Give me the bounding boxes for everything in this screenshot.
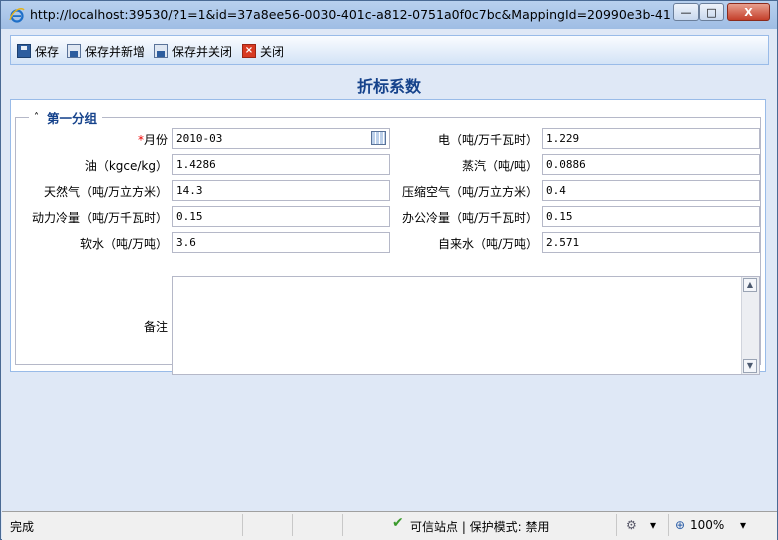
- toolbar: 保存 保存并新增 保存并关闭 × 关闭: [10, 35, 769, 65]
- page-title: 折标系数: [356, 77, 421, 96]
- save-new-icon: [67, 44, 81, 58]
- privacy-dropdown-icon[interactable]: ▾: [650, 518, 656, 532]
- group-fieldset: *月份 2010-03 电（吨/万千瓦时） 1.229 油（kgce/kg） 1…: [15, 117, 761, 375]
- tap-water-label: 自来水（吨/万吨）: [437, 237, 538, 251]
- save-icon: [17, 44, 31, 58]
- title-bar: http://localhost:39530/?1=1&id=37a8ee56-…: [1, 1, 777, 29]
- compressed-air-field[interactable]: 0.4: [542, 180, 760, 201]
- save-label: 保存: [35, 44, 60, 59]
- soft-water-label: 软水（吨/万吨）: [79, 237, 168, 251]
- power-cooling-label: 动力冷量（吨/万千瓦时）: [31, 211, 168, 225]
- collapse-chevron-icon[interactable]: ˄: [34, 112, 39, 123]
- close-icon: ×: [242, 44, 256, 58]
- tap-water-field[interactable]: 2.571: [542, 232, 760, 253]
- zoom-level[interactable]: 100%: [690, 518, 724, 532]
- status-bar: 完成 ✔ 可信站点 | 保护模式: 禁用 ⚙ ▾ ⊕ 100% ▾: [2, 511, 777, 540]
- compressed-air-label: 压缩空气（吨/万立方米）: [401, 185, 538, 199]
- ie-logo-icon: [9, 8, 25, 23]
- remark-textarea[interactable]: ▲ ▼: [172, 276, 760, 375]
- close-icon: X: [744, 5, 753, 19]
- browser-window: http://localhost:39530/?1=1&id=37a8ee56-…: [0, 0, 778, 540]
- trusted-check-icon: ✔: [392, 515, 404, 531]
- month-label: *月份: [16, 131, 168, 148]
- group-title: 第一分组: [47, 111, 98, 126]
- save-close-label: 保存并关闭: [172, 44, 233, 59]
- status-text: 完成: [10, 520, 35, 534]
- status-divider: [668, 514, 669, 536]
- power-cooling-field[interactable]: 0.15: [172, 206, 390, 227]
- status-divider: [342, 514, 343, 536]
- calendar-icon[interactable]: [371, 131, 386, 145]
- status-divider: [242, 514, 243, 536]
- electricity-field[interactable]: 1.229: [542, 128, 760, 149]
- save-close-icon: [154, 44, 168, 58]
- soft-water-field[interactable]: 3.6: [172, 232, 390, 253]
- remark-label: 备注: [143, 320, 168, 334]
- month-value: 2010-03: [176, 132, 223, 145]
- minimize-icon: —: [680, 5, 692, 19]
- zoom-dropdown-icon[interactable]: ▾: [740, 518, 746, 532]
- steam-label: 蒸汽（吨/吨）: [461, 159, 538, 173]
- close-window-button[interactable]: X: [727, 3, 770, 21]
- security-zone-text: 可信站点 | 保护模式: 禁用: [410, 520, 550, 534]
- close-label: 关闭: [260, 44, 285, 59]
- maximize-button[interactable]: □: [699, 3, 724, 21]
- remark-scrollbar[interactable]: ▲ ▼: [741, 277, 759, 374]
- oil-field[interactable]: 1.4286: [172, 154, 390, 175]
- office-cooling-field[interactable]: 0.15: [542, 206, 760, 227]
- scroll-down-icon[interactable]: ▼: [743, 359, 757, 373]
- form-panel: *月份 2010-03 电（吨/万千瓦时） 1.229 油（kgce/kg） 1…: [10, 99, 766, 375]
- natural-gas-label: 天然气（吨/万立方米）: [43, 185, 168, 199]
- status-divider: [292, 514, 293, 536]
- electricity-label: 电（吨/万千瓦时）: [437, 133, 538, 147]
- privacy-icon[interactable]: ⚙: [626, 518, 637, 532]
- page-content: 保存 保存并新增 保存并关闭 × 关闭 折标系数 *月份 2010-03 电（吨…: [7, 29, 771, 511]
- save-new-label: 保存并新增: [85, 44, 146, 59]
- maximize-icon: □: [706, 5, 717, 19]
- close-button[interactable]: × 关闭: [242, 42, 284, 60]
- minimize-button[interactable]: —: [673, 3, 699, 21]
- oil-label: 油（kgce/kg）: [84, 159, 168, 173]
- month-field[interactable]: 2010-03: [172, 128, 390, 149]
- scroll-up-icon[interactable]: ▲: [743, 278, 757, 292]
- zoom-icon[interactable]: ⊕: [675, 518, 685, 532]
- status-divider: [616, 514, 617, 536]
- steam-field[interactable]: 0.0886: [542, 154, 760, 175]
- natural-gas-field[interactable]: 14.3: [172, 180, 390, 201]
- month-label-text: 月份: [143, 133, 168, 147]
- office-cooling-label: 办公冷量（吨/万千瓦时）: [401, 211, 538, 225]
- save-and-new-button[interactable]: 保存并新增: [67, 42, 145, 60]
- window-title: http://localhost:39530/?1=1&id=37a8ee56-…: [30, 7, 670, 22]
- save-button[interactable]: 保存: [17, 42, 59, 60]
- save-and-close-button[interactable]: 保存并关闭: [154, 42, 232, 60]
- group-legend[interactable]: ˄ 第一分组: [29, 108, 103, 127]
